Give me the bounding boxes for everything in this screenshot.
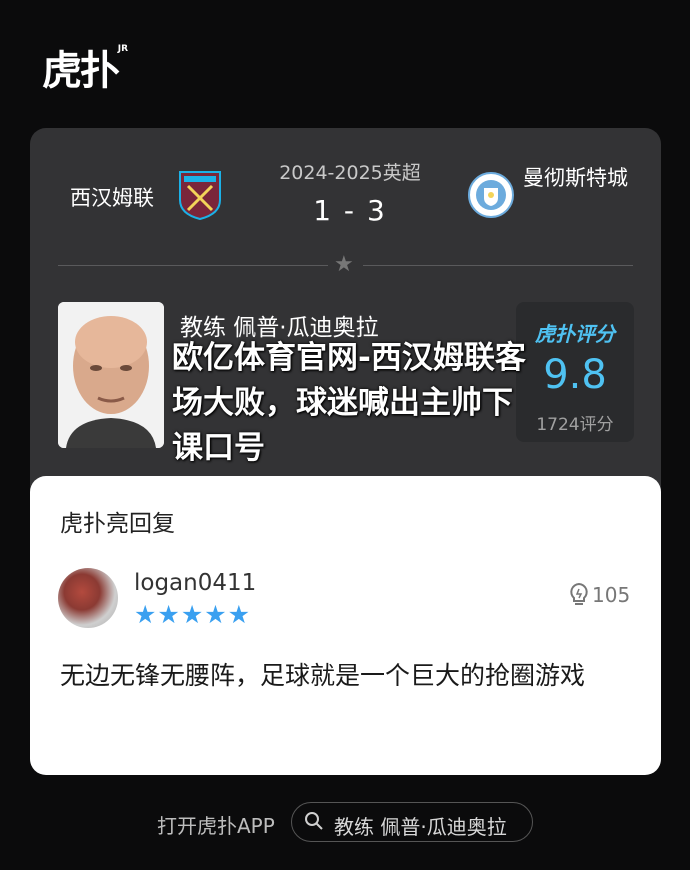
like-button[interactable]: 105 <box>568 582 630 607</box>
lightbulb-icon <box>570 582 588 605</box>
logo-text: 虎扑 <box>42 48 120 94</box>
search-pill[interactable]: 教练 佩普·瓜迪奥拉 <box>291 802 533 842</box>
divider-left <box>58 265 328 266</box>
search-icon <box>305 812 323 830</box>
match-score: 1 - 3 <box>313 194 387 227</box>
season-label: 2024-2025英超 <box>279 162 421 184</box>
logo-sup: JR <box>117 44 128 54</box>
divider-right <box>363 265 633 266</box>
hupu-logo: 虎扑 JR <box>42 38 128 96</box>
home-team-name[interactable]: 西汉姆联 <box>70 182 154 212</box>
avatar[interactable] <box>58 568 118 628</box>
search-text: 教练 佩普·瓜迪奥拉 <box>334 815 507 839</box>
like-count: 105 <box>592 583 631 607</box>
rating-brand: 虎扑评分 <box>535 322 615 346</box>
bottom-bar: 打开虎扑APP 教练 佩普·瓜迪奥拉 <box>0 800 690 844</box>
star-icon: ★ <box>334 252 354 277</box>
coach-photo[interactable] <box>58 302 164 448</box>
open-app-link[interactable]: 打开虎扑APP <box>157 810 275 839</box>
reply-header: 虎扑亮回复 <box>60 511 175 537</box>
rating-stars: ★★★★★ <box>134 600 252 629</box>
comment-text: 无边无锋无腰阵，足球就是一个巨大的抢圈游戏 <box>60 661 586 690</box>
overlay-headline: 欧亿体育官网-西汉姆联客场大败，球迷喊出主帅下课口号 <box>172 340 526 466</box>
rating-count: 1724评分 <box>536 415 614 435</box>
man-city-crest-icon[interactable] <box>468 172 514 218</box>
rating-box[interactable]: 虎扑评分 9.8 1724评分 <box>516 302 634 442</box>
away-team-name[interactable]: 曼彻斯特城 <box>523 158 633 198</box>
west-ham-crest-icon[interactable] <box>178 170 222 220</box>
username[interactable]: logan0411 <box>134 570 256 596</box>
reply-card: 虎扑亮回复 logan0411 ★★★★★ 105 无边无锋无腰阵，足球就是一个… <box>30 476 661 775</box>
rating-value: 9.8 <box>543 352 607 398</box>
